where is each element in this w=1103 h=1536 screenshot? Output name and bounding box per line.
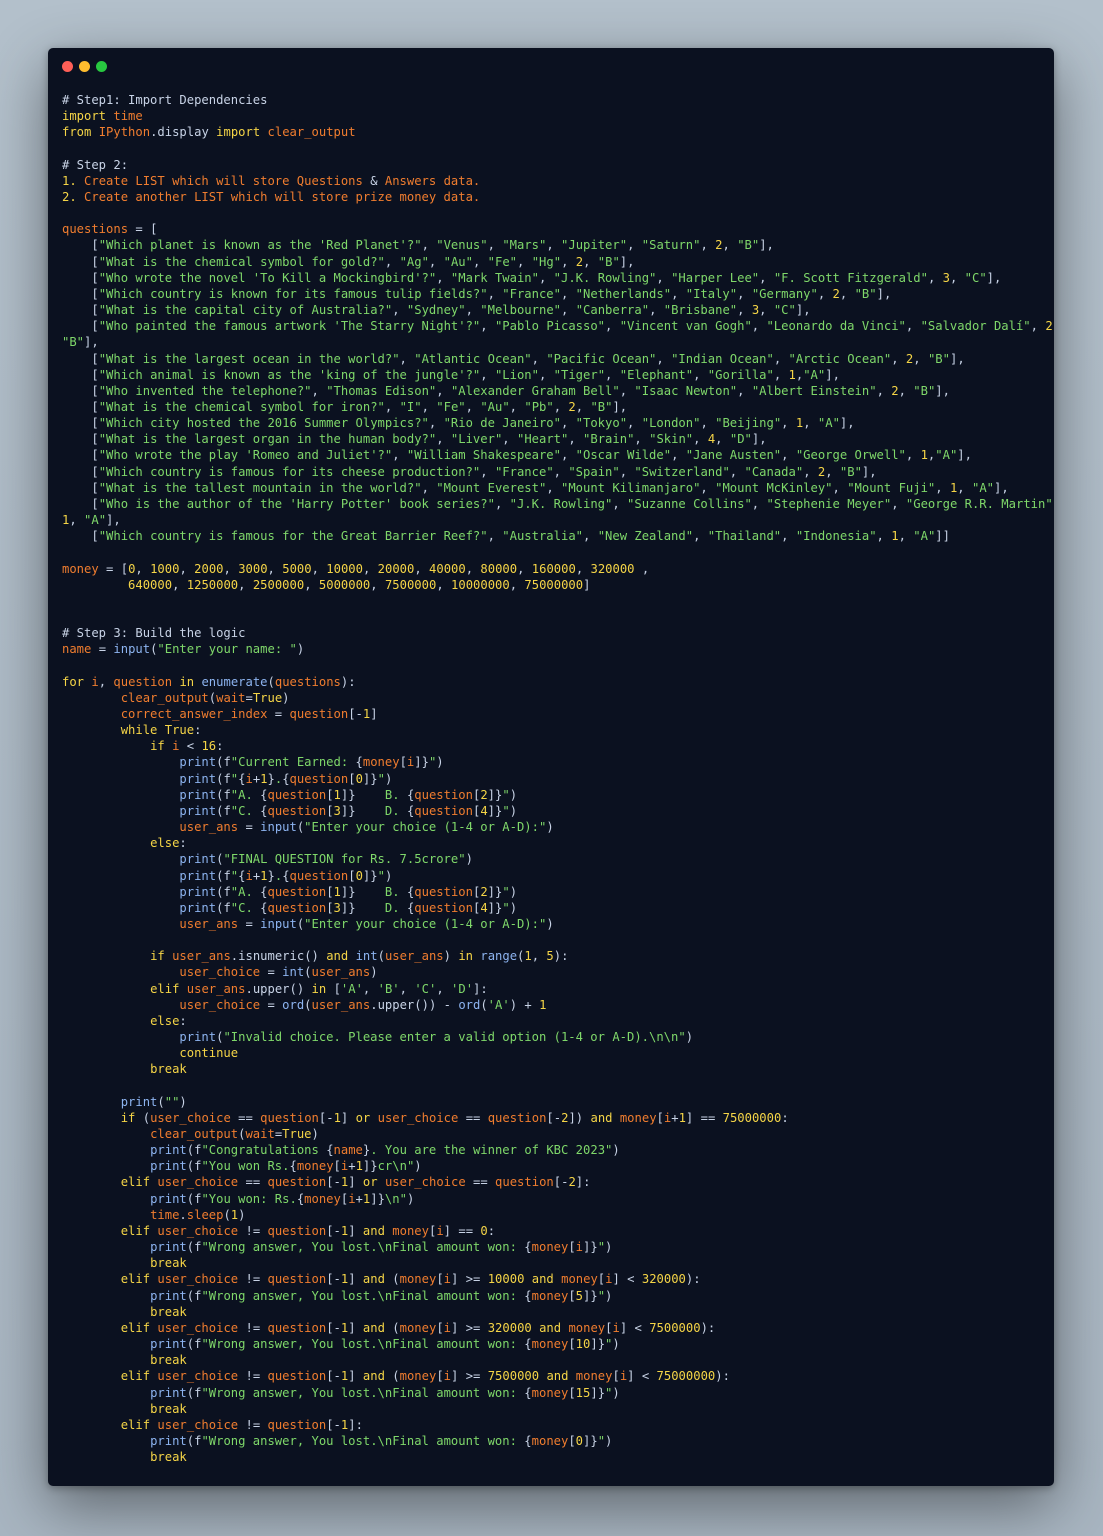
code-line: 1. Create LIST which will store Question… — [62, 173, 481, 188]
code-line: user_ans = input("Enter your choice (1-4… — [179, 916, 554, 931]
code-line: questions = [ — [62, 222, 158, 237]
code-line: elif user_choice != question[-1] and (mo… — [120, 1369, 730, 1384]
code-line: break — [150, 1353, 187, 1368]
code-line: elif user_ans.upper() in ['A', 'B', 'C',… — [150, 981, 488, 996]
code-line: else: — [150, 1013, 187, 1028]
code-line: while True: — [120, 723, 202, 738]
code-line: time.sleep(1) — [150, 1207, 246, 1222]
maximize-button[interactable] — [96, 61, 107, 72]
code-line: print("FINAL QUESTION for Rs. 7.5crore") — [179, 852, 473, 867]
code-line: ["Who painted the famous artwork 'The St… — [91, 319, 1054, 334]
code-line: print(f"Wrong answer, You lost.\nFinal a… — [150, 1240, 613, 1255]
code-line: else: — [150, 836, 187, 851]
code-line: "B"], — [62, 335, 99, 350]
code-line: elif user_choice != question[-1] and (mo… — [120, 1272, 701, 1287]
code-line: if (user_choice == question[-1] or user_… — [120, 1110, 789, 1125]
code-line: ["Who wrote the novel 'To Kill a Mocking… — [91, 270, 1002, 285]
code-line: if i < 16: — [150, 739, 224, 754]
code-line: ["What is the largest ocean in the world… — [91, 351, 965, 366]
code-line: ["Which planet is known as the 'Red Plan… — [91, 238, 774, 253]
code-line: print(f"Congratulations {name}. You are … — [150, 1143, 620, 1158]
code-line: print(f"Wrong answer, You lost.\nFinal a… — [150, 1385, 620, 1400]
code-line: from IPython.display import clear_output — [62, 125, 356, 140]
minimize-button[interactable] — [79, 61, 90, 72]
code-line: elif user_choice != question[-1] and (mo… — [120, 1320, 716, 1335]
code-line: print(f"C. {question[3]} D. {question[4]… — [179, 803, 518, 818]
code-line: elif user_choice != question[-1] and mon… — [120, 1223, 496, 1238]
code-line: break — [150, 1062, 187, 1077]
code-line: name = input("Enter your name: ") — [62, 642, 305, 657]
code-line: user_ans = input("Enter your choice (1-4… — [179, 820, 554, 835]
code-line: print("Invalid choice. Please enter a va… — [179, 1030, 694, 1045]
code-line: money = [0, 1000, 2000, 3000, 5000, 1000… — [62, 561, 650, 576]
code-line: for i, question in enumerate(questions): — [62, 674, 356, 689]
code-line: user_choice = int(user_ans) — [179, 965, 378, 980]
code-line: clear_output(wait=True) — [120, 690, 290, 705]
code-line: ["Which city hosted the 2016 Summer Olym… — [91, 416, 855, 431]
code-line: ["What is the chemical symbol for iron?"… — [91, 399, 628, 414]
code-line: print(f"{i+1}.{question[0]}") — [179, 868, 393, 883]
code-line: ["What is the tallest mountain in the wo… — [91, 480, 1009, 495]
code-line: print(f"C. {question[3]} D. {question[4]… — [179, 900, 518, 915]
code-line: elif user_choice != question[-1]: — [120, 1417, 363, 1432]
code-line: ["What is the capital city of Australia?… — [91, 303, 811, 318]
code-line: 2. Create another LIST which will store … — [62, 189, 481, 204]
code-line: ["What is the chemical symbol for gold?"… — [91, 254, 635, 269]
code-line: ["Who invented the telephone?", "Thomas … — [91, 383, 950, 398]
code-line: clear_output(wait=True) — [150, 1127, 319, 1141]
window-controls — [62, 61, 113, 73]
code-line: ["Which country is famous for the Great … — [91, 529, 950, 544]
code-line: print(f"{i+1}.{question[0]}") — [179, 771, 393, 786]
code-line: ["Which country is famous for its cheese… — [91, 464, 877, 479]
code-line: user_choice = ord(user_ans.upper()) - or… — [179, 997, 547, 1012]
code-line: 1, "A"], — [62, 513, 121, 528]
code-line: break — [150, 1450, 187, 1465]
code-line: ["Which country is known for its famous … — [91, 286, 892, 301]
code-line: print(f"You won: Rs.{money[i+1]}\n") — [150, 1191, 415, 1206]
code-line: break — [150, 1256, 187, 1271]
code-line: print(f"Wrong answer, You lost.\nFinal a… — [150, 1433, 613, 1448]
code-line: continue — [179, 1046, 239, 1061]
code-line: # Step1: Import Dependencies — [62, 93, 268, 107]
code-line: print(f"You won Rs.{money[i+1]}cr\n") — [150, 1159, 422, 1174]
code-line: ["What is the largest organ in the human… — [91, 432, 767, 447]
code-line: ["Who is the author of the 'Harry Potter… — [91, 496, 1054, 511]
code-line: print(f"Current Earned: {money[i]}") — [179, 755, 444, 770]
code-line: correct_answer_index = question[-1] — [120, 706, 378, 721]
code-line: 640000, 1250000, 2500000, 5000000, 75000… — [128, 577, 591, 592]
code-line: print("") — [120, 1094, 187, 1109]
close-button[interactable] — [62, 61, 73, 72]
code-line: print(f"Wrong answer, You lost.\nFinal a… — [150, 1337, 620, 1352]
code-block: # Step1: Import Dependencies import time… — [62, 92, 1054, 1465]
code-line: import time — [62, 109, 143, 124]
code-line: ["Which animal is known as the 'king of … — [91, 367, 840, 382]
code-line: elif user_choice == question[-1] or user… — [120, 1175, 591, 1190]
code-line: if user_ans.isnumeric() and int(user_ans… — [150, 949, 569, 964]
code-line: # Step 3: Build the logic — [62, 626, 246, 641]
code-line: print(f"A. {question[1]} B. {question[2]… — [179, 884, 518, 899]
code-window: # Step1: Import Dependencies import time… — [48, 48, 1054, 1486]
code-line: break — [150, 1304, 187, 1319]
code-line: break — [150, 1401, 187, 1416]
code-line: # Step 2: — [62, 157, 129, 172]
code-line: ["Who wrote the play 'Romeo and Juliet'?… — [91, 448, 972, 463]
code-line: print(f"A. {question[1]} B. {question[2]… — [179, 787, 518, 802]
code-line: print(f"Wrong answer, You lost.\nFinal a… — [150, 1288, 613, 1303]
